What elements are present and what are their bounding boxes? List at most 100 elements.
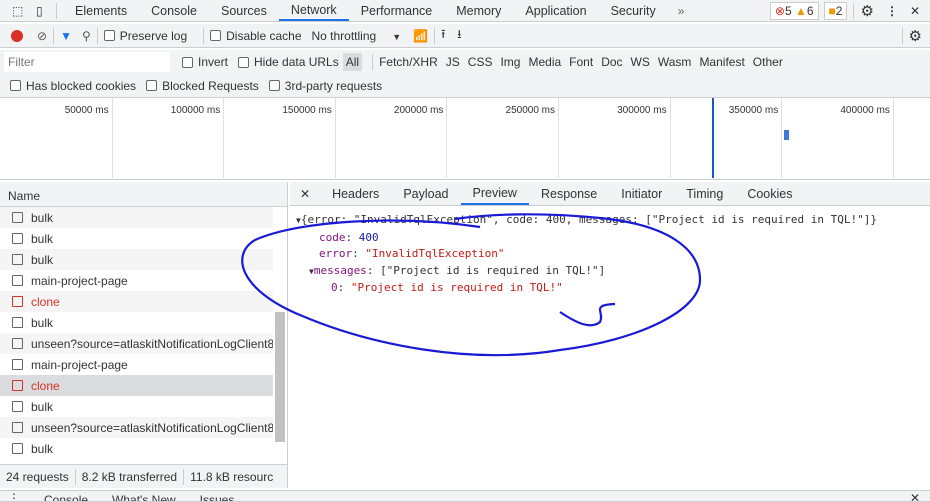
request-row[interactable]: bulk bbox=[0, 207, 273, 228]
tab-sources[interactable]: Sources bbox=[209, 0, 279, 21]
tab-memory[interactable]: Memory bbox=[444, 0, 513, 21]
request-row[interactable]: bulk bbox=[0, 228, 273, 249]
request-list-panel: Name bulk bulk bulk main-project-page clone b… bbox=[0, 182, 288, 488]
request-row[interactable]: bulk bbox=[0, 312, 273, 333]
invert-checkbox[interactable]: Invert bbox=[182, 55, 228, 69]
issues-badge[interactable]: ■2 bbox=[823, 1, 848, 20]
preview-root[interactable]: ▼{error: "InvalidTqlException", code: 40… bbox=[296, 212, 924, 230]
close-detail-icon[interactable]: ✕ bbox=[290, 182, 320, 205]
name-column-header[interactable]: Name bbox=[0, 182, 287, 207]
filter-type-all[interactable]: All bbox=[342, 53, 363, 71]
drawer-menu-icon[interactable]: ⋮ bbox=[8, 491, 20, 501]
filter-type-img[interactable]: Img bbox=[500, 55, 520, 69]
network-toolbar: ⊘ ▼ ⚲ Preserve log Disable cache No thro… bbox=[0, 24, 930, 48]
tab-network[interactable]: Network bbox=[278, 0, 349, 21]
row-checkbox[interactable] bbox=[12, 296, 23, 307]
row-checkbox[interactable] bbox=[12, 317, 23, 328]
detail-tab-payload[interactable]: Payload bbox=[391, 182, 460, 205]
filter-type-ws[interactable]: WS bbox=[631, 55, 650, 69]
more-tabs-button[interactable]: » bbox=[678, 4, 685, 18]
filter-type-manifest[interactable]: Manifest bbox=[699, 55, 744, 69]
filter-type-fetchxhr[interactable]: Fetch/XHR bbox=[379, 55, 438, 69]
export-har-icon[interactable]: ⭳ bbox=[457, 25, 461, 46]
request-row[interactable]: unseen?source=atlaskitNotificationLogCli… bbox=[0, 333, 273, 354]
tab-elements[interactable]: Elements bbox=[63, 0, 139, 21]
row-checkbox[interactable] bbox=[12, 422, 23, 433]
filter-input[interactable] bbox=[4, 52, 170, 72]
tab-security[interactable]: Security bbox=[599, 0, 668, 21]
errors-warnings-badge[interactable]: ⊗5 ▲6 bbox=[769, 1, 819, 20]
timeline-overview[interactable]: 50000 ms 100000 ms 150000 ms 200000 ms 25000… bbox=[0, 98, 930, 180]
throttling-select[interactable]: No throttling ▼ bbox=[312, 29, 402, 43]
filter-type-font[interactable]: Font bbox=[569, 55, 593, 69]
filter-type-wasm[interactable]: Wasm bbox=[658, 55, 692, 69]
request-name: bulk bbox=[31, 231, 54, 246]
request-name: bulk bbox=[31, 441, 54, 456]
detail-tab-initiator[interactable]: Initiator bbox=[609, 182, 674, 205]
request-name: main-project-page bbox=[31, 357, 128, 372]
request-row[interactable]: unseen?source=atlaskitNotificationLogCli… bbox=[0, 417, 273, 438]
tab-performance[interactable]: Performance bbox=[349, 0, 445, 21]
detail-tab-timing[interactable]: Timing bbox=[674, 182, 735, 205]
row-checkbox[interactable] bbox=[12, 359, 23, 370]
row-checkbox[interactable] bbox=[12, 275, 23, 286]
drawer-tab-console[interactable]: Console bbox=[44, 491, 88, 501]
request-row[interactable]: bulk bbox=[0, 249, 273, 270]
filter-type-other[interactable]: Other bbox=[753, 55, 783, 69]
detail-tab-response[interactable]: Response bbox=[529, 182, 609, 205]
detail-panel: ✕ Headers Payload Preview Response Initiator… bbox=[290, 182, 930, 488]
filter-type-css[interactable]: CSS bbox=[468, 55, 493, 69]
drawer-tab-issues[interactable]: Issues bbox=[200, 491, 235, 501]
filter-type-doc[interactable]: Doc bbox=[601, 55, 622, 69]
row-checkbox[interactable] bbox=[12, 380, 23, 391]
row-checkbox[interactable] bbox=[12, 338, 23, 349]
timeline-tick-label: 400000 ms bbox=[840, 105, 890, 116]
request-row[interactable]: main-project-page bbox=[0, 270, 273, 291]
preserve-log-checkbox[interactable]: Preserve log bbox=[103, 29, 187, 43]
row-checkbox[interactable] bbox=[12, 401, 23, 412]
disable-cache-checkbox[interactable]: Disable cache bbox=[210, 29, 302, 43]
settings-icon[interactable]: ⚙ bbox=[860, 2, 873, 20]
row-checkbox[interactable] bbox=[12, 254, 23, 265]
blocked-requests-checkbox[interactable]: Blocked Requests bbox=[146, 79, 259, 93]
close-drawer-icon[interactable]: ✕ bbox=[910, 491, 920, 501]
row-checkbox[interactable] bbox=[12, 212, 23, 223]
request-row[interactable]: clone bbox=[0, 375, 273, 396]
filter-type-media[interactable]: Media bbox=[528, 55, 561, 69]
network-conditions-icon[interactable]: 📶 bbox=[413, 29, 428, 43]
request-name: clone bbox=[31, 378, 60, 393]
request-row[interactable]: clone bbox=[0, 291, 273, 312]
import-har-icon[interactable]: ⭱ bbox=[441, 25, 445, 46]
messages-node[interactable]: ▼messages: ["Project id is required in T… bbox=[296, 263, 924, 281]
timeline-gridline bbox=[111, 98, 113, 178]
request-row[interactable]: bulk bbox=[0, 438, 273, 459]
clear-icon[interactable]: ⊘ bbox=[37, 29, 47, 43]
request-name: bulk bbox=[31, 210, 54, 225]
record-button[interactable] bbox=[11, 29, 23, 42]
network-settings-icon[interactable]: ⚙ bbox=[909, 27, 922, 45]
more-options-icon[interactable]: ⋮ bbox=[886, 4, 898, 18]
timeline-cursor bbox=[712, 98, 714, 178]
tab-console[interactable]: Console bbox=[139, 0, 209, 21]
has-blocked-cookies-checkbox[interactable]: Has blocked cookies bbox=[10, 79, 136, 93]
row-checkbox[interactable] bbox=[12, 233, 23, 244]
request-row[interactable]: bulk bbox=[0, 396, 273, 417]
request-row[interactable]: main-project-page bbox=[0, 354, 273, 375]
hide-data-urls-checkbox[interactable]: Hide data URLs bbox=[238, 55, 339, 69]
filter-type-js[interactable]: JS bbox=[446, 55, 460, 69]
timeline-gridline bbox=[781, 98, 783, 178]
device-toolbar-icon[interactable]: ▯ bbox=[36, 4, 50, 18]
inspect-icon[interactable]: ⬚ bbox=[12, 4, 26, 18]
close-icon[interactable]: ✕ bbox=[910, 4, 920, 18]
drawer-tab-whatsnew[interactable]: What's New bbox=[112, 491, 176, 501]
search-icon[interactable]: ⚲ bbox=[82, 29, 91, 43]
filter-icon[interactable]: ▼ bbox=[60, 29, 72, 43]
timeline-request-bar bbox=[784, 130, 789, 140]
detail-tab-preview[interactable]: Preview bbox=[460, 182, 529, 205]
scrollbar[interactable] bbox=[275, 312, 285, 442]
detail-tab-headers[interactable]: Headers bbox=[320, 182, 391, 205]
third-party-requests-checkbox[interactable]: 3rd-party requests bbox=[268, 79, 382, 93]
row-checkbox[interactable] bbox=[12, 443, 23, 454]
detail-tab-cookies[interactable]: Cookies bbox=[735, 182, 804, 205]
tab-application[interactable]: Application bbox=[513, 0, 598, 21]
